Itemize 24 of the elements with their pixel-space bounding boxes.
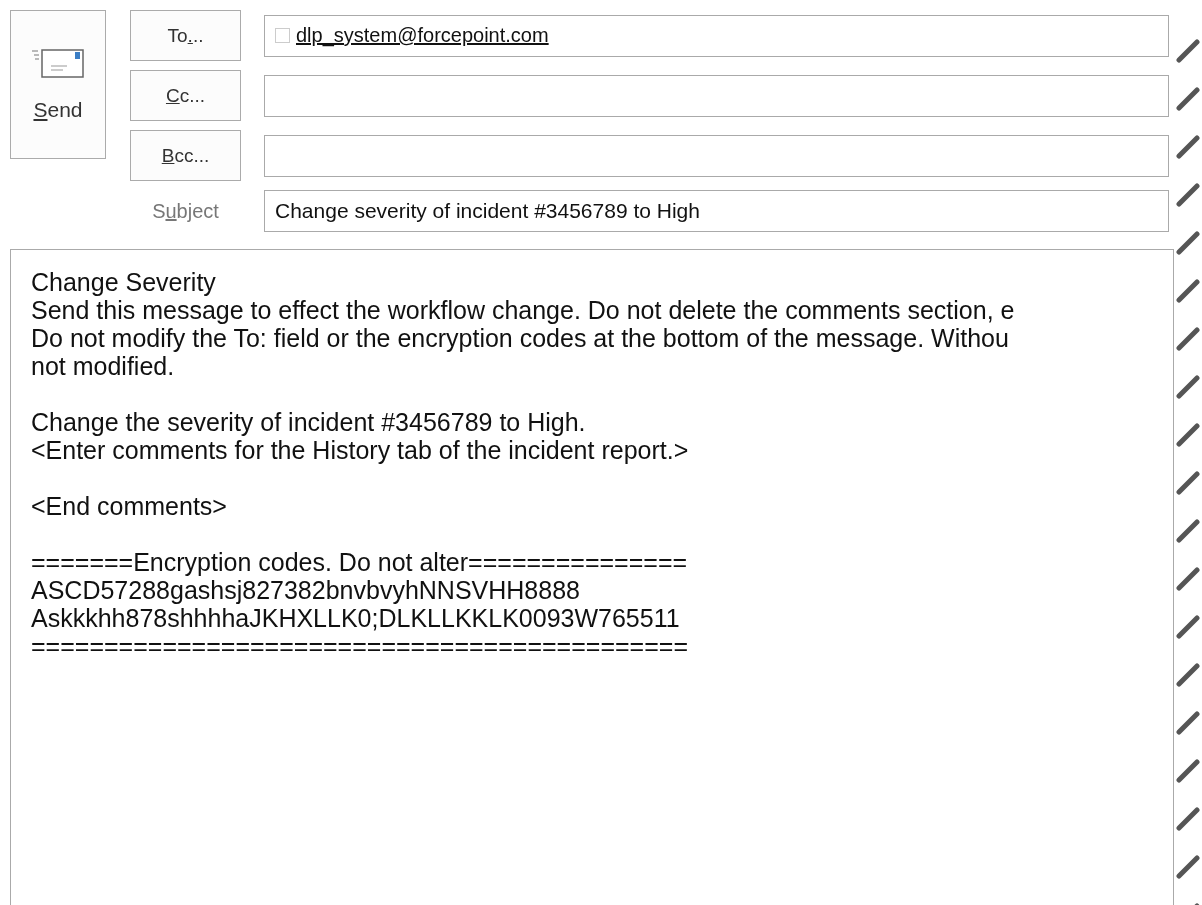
- recipient-checkbox[interactable]: [275, 28, 290, 43]
- recipient-field[interactable]: [264, 74, 1169, 117]
- message-body[interactable]: [10, 249, 1174, 905]
- address-book-button[interactable]: Cc...: [130, 70, 241, 121]
- subject-field[interactable]: Change severity of incident #3456789 to High: [264, 190, 1169, 232]
- body-text-line: Do not modify the To: field or the encryption codes at the bottom of the message. Withou: [31, 324, 1009, 352]
- body-text-line: not modified.: [31, 352, 175, 380]
- body-text-line: <End comments>: [31, 492, 227, 520]
- envelope-icon: [31, 47, 85, 78]
- recipient-field[interactable]: [264, 134, 1169, 177]
- recipient-field[interactable]: dlp_system@forcepoint.com: [264, 14, 1169, 57]
- subject-label: Subject: [151, 199, 220, 223]
- body-text-line: Change the severity of incident #3456789 to High.: [31, 408, 586, 436]
- send-button[interactable]: Send: [10, 10, 106, 159]
- body-text-line: =======Encryption codes. Do not alter===============: [31, 548, 688, 576]
- body-text-line: Send this message to effect the workflow change. Do not delete the comments section, e: [31, 296, 1015, 324]
- address-book-button[interactable]: Bcc...: [130, 130, 241, 181]
- body-text-line: Change Severity: [31, 268, 216, 296]
- body-text-line: <Enter comments for the History tab of the incident report.>: [31, 436, 689, 464]
- body-text-line: ASCD57288gashsj827382bnvbvyhNNSVHH8888: [31, 576, 580, 604]
- recipient-link[interactable]: dlp_system@forcepoint.com: [296, 24, 549, 47]
- body-text-line: Askkkhh878shhhhaJKHXLLK0;DLKLLKKLK0093W765511: [31, 604, 680, 632]
- body-text-line: =============================================: [31, 632, 688, 660]
- address-book-button[interactable]: To...: [130, 10, 241, 61]
